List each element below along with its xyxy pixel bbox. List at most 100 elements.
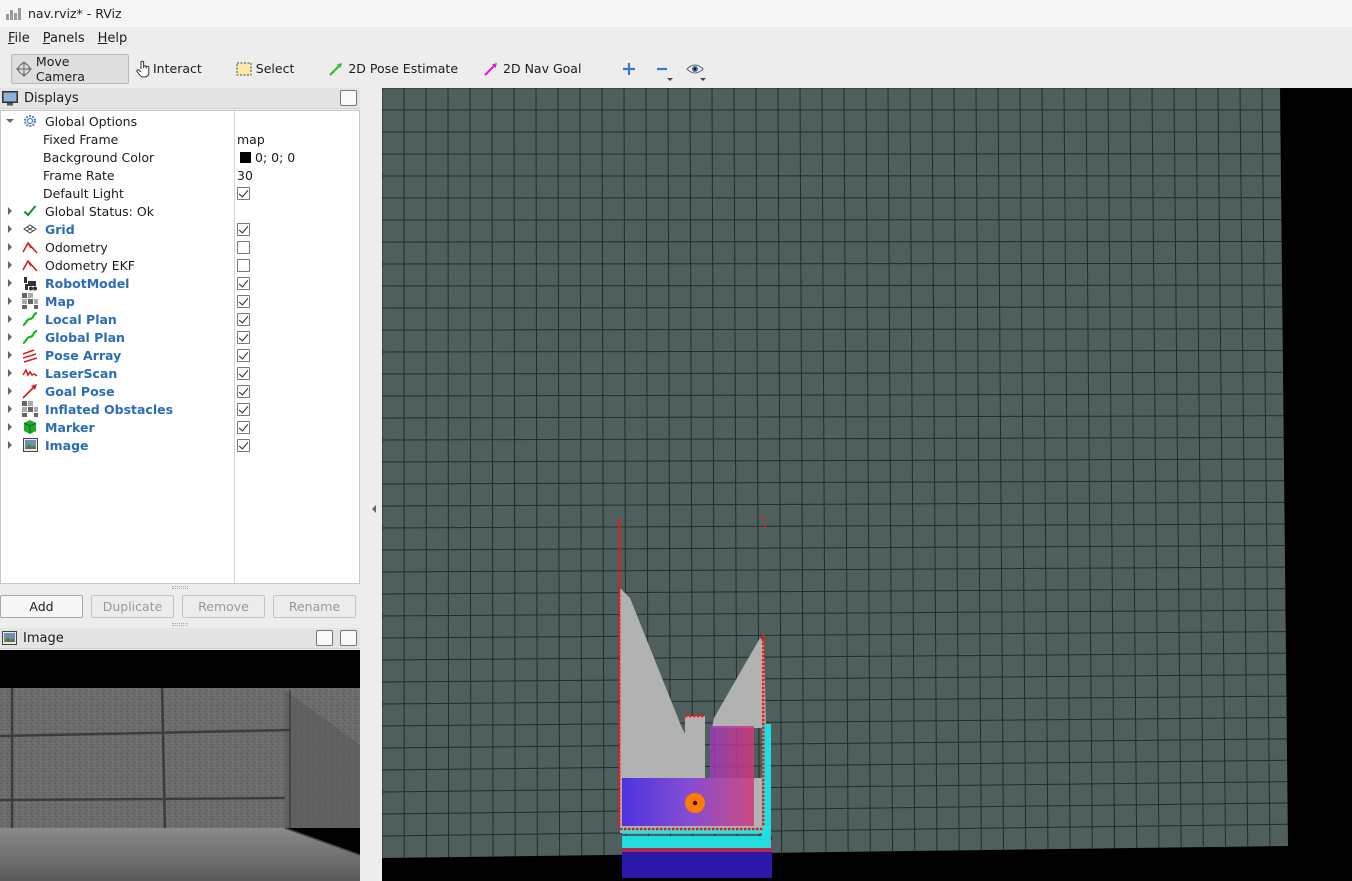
tree-row-global-status[interactable]: Global Status: Ok — [1, 202, 359, 220]
2d-nav-goal-button[interactable]: 2D Nav Goal — [476, 54, 588, 84]
display-item-robotmodel[interactable]: RobotModel — [1, 274, 359, 292]
display-item-goal-pose[interactable]: Goal Pose — [1, 382, 359, 400]
select-button[interactable]: Select — [229, 54, 302, 84]
expand-arrow-icon[interactable] — [8, 225, 12, 233]
odometry-icon — [22, 239, 38, 255]
image-panel: Image — [0, 628, 360, 881]
display-item-checkbox[interactable] — [237, 403, 250, 416]
expand-arrow-icon[interactable] — [8, 387, 12, 395]
expand-arrow-icon[interactable] — [8, 423, 12, 431]
display-item-checkbox[interactable] — [237, 313, 250, 326]
tree-row-fixed-frame[interactable]: Fixed Frame map — [1, 130, 359, 148]
inflated-obstacles — [622, 828, 760, 834]
move-camera-button[interactable]: Move Camera — [11, 53, 129, 84]
display-item-label: Goal Pose — [45, 383, 115, 399]
display-item-checkbox[interactable] — [237, 349, 250, 362]
expand-arrow-icon[interactable] — [8, 405, 12, 413]
remove-tool-button[interactable] — [647, 54, 677, 84]
hand-pointer-icon — [136, 60, 150, 77]
display-item-image[interactable]: Image — [1, 436, 359, 454]
display-item-odometry-ekf[interactable]: Odometry EKF — [1, 256, 359, 274]
menu-help[interactable]: Help — [98, 31, 128, 46]
collapse-left-arrow-icon[interactable] — [372, 505, 376, 513]
display-item-label: Odometry EKF — [45, 257, 135, 273]
rename-button[interactable]: Rename — [273, 595, 356, 618]
display-item-local-plan[interactable]: Local Plan — [1, 310, 359, 328]
rviz-app-icon — [6, 7, 22, 21]
path-icon — [22, 329, 38, 345]
display-item-checkbox[interactable] — [237, 295, 250, 308]
expand-arrow-icon[interactable] — [8, 369, 12, 377]
displays-buttons: Add Duplicate Remove Rename — [0, 595, 360, 619]
display-item-checkbox[interactable] — [237, 367, 250, 380]
interact-button[interactable]: Interact — [132, 54, 209, 84]
grid-icon — [22, 221, 38, 237]
fixed-frame-value[interactable]: map — [237, 132, 265, 147]
expand-arrow-icon[interactable] — [8, 261, 12, 269]
display-item-pose-array[interactable]: Pose Array — [1, 346, 359, 364]
tree-row-default-light[interactable]: Default Light — [1, 184, 359, 202]
expand-arrow-icon[interactable] — [8, 441, 12, 449]
displays-float-button[interactable] — [340, 90, 357, 106]
expand-arrow-icon[interactable] — [8, 243, 12, 251]
render-3d-view[interactable] — [382, 88, 1352, 881]
expand-arrow-icon[interactable] — [8, 207, 12, 215]
laser-scan-icon — [22, 365, 38, 381]
tree-row-global-options[interactable]: Global Options — [1, 112, 359, 130]
background-color-value[interactable]: 0; 0; 0 — [237, 150, 295, 165]
add-button[interactable]: Add — [0, 595, 83, 618]
expand-arrow-icon[interactable] — [8, 351, 12, 359]
display-item-checkbox[interactable] — [237, 331, 250, 344]
display-item-map[interactable]: Map — [1, 292, 359, 310]
display-item-checkbox[interactable] — [237, 439, 250, 452]
display-item-grid[interactable]: Grid — [1, 220, 359, 238]
display-item-checkbox[interactable] — [237, 421, 250, 434]
minus-icon — [657, 67, 668, 70]
display-item-checkbox[interactable] — [237, 223, 250, 236]
move-camera-icon — [16, 60, 32, 77]
robot-heading — [692, 800, 698, 806]
2d-pose-estimate-button[interactable]: 2D Pose Estimate — [321, 54, 465, 84]
menu-panels[interactable]: Panels — [43, 31, 85, 46]
frame-rate-value[interactable]: 30 — [237, 168, 253, 183]
tree-row-background-color[interactable]: Background Color 0; 0; 0 — [1, 148, 359, 166]
expand-arrow-icon[interactable] — [8, 279, 12, 287]
remove-button[interactable]: Remove — [182, 595, 265, 618]
image-panel-header: Image — [0, 628, 360, 649]
display-item-inflated-obstacles[interactable]: Inflated Obstacles — [1, 400, 359, 418]
marker-icon — [22, 419, 38, 435]
displays-panel: Displays Global Options Fixed Frame map … — [0, 88, 360, 631]
image-float-button[interactable] — [316, 630, 333, 646]
splitter-grip[interactable] — [172, 586, 188, 589]
splitter-grip[interactable] — [172, 623, 188, 626]
image-close-button[interactable] — [340, 630, 357, 646]
path-icon — [22, 311, 38, 327]
menu-file[interactable]: File — [8, 31, 30, 46]
expand-arrow-icon[interactable] — [8, 333, 12, 341]
checkmark-icon — [22, 203, 38, 219]
display-item-checkbox[interactable] — [237, 241, 250, 254]
expand-arrow-icon[interactable] — [8, 315, 12, 323]
camera-image-view[interactable] — [0, 650, 360, 881]
panel-splitter[interactable] — [360, 88, 382, 881]
tree-row-frame-rate[interactable]: Frame Rate 30 — [1, 166, 359, 184]
expand-arrow-icon[interactable] — [8, 297, 12, 305]
display-item-label: Odometry — [45, 239, 108, 255]
default-light-checkbox[interactable] — [237, 187, 250, 200]
display-item-checkbox[interactable] — [237, 277, 250, 290]
display-item-global-plan[interactable]: Global Plan — [1, 328, 359, 346]
green-arrow-icon — [329, 62, 343, 76]
duplicate-button[interactable]: Duplicate — [91, 595, 174, 618]
color-swatch — [240, 151, 251, 163]
view-options-button[interactable] — [680, 54, 710, 84]
collapse-arrow-icon[interactable] — [6, 119, 14, 123]
add-tool-button[interactable] — [614, 54, 644, 84]
display-item-laserscan[interactable]: LaserScan — [1, 364, 359, 382]
display-item-checkbox[interactable] — [237, 385, 250, 398]
display-item-marker[interactable]: Marker — [1, 418, 359, 436]
crosshair-plus-icon — [623, 62, 636, 75]
display-item-label: Map — [45, 293, 75, 309]
display-item-checkbox[interactable] — [237, 259, 250, 272]
display-item-label: Inflated Obstacles — [45, 401, 174, 417]
display-item-odometry[interactable]: Odometry — [1, 238, 359, 256]
